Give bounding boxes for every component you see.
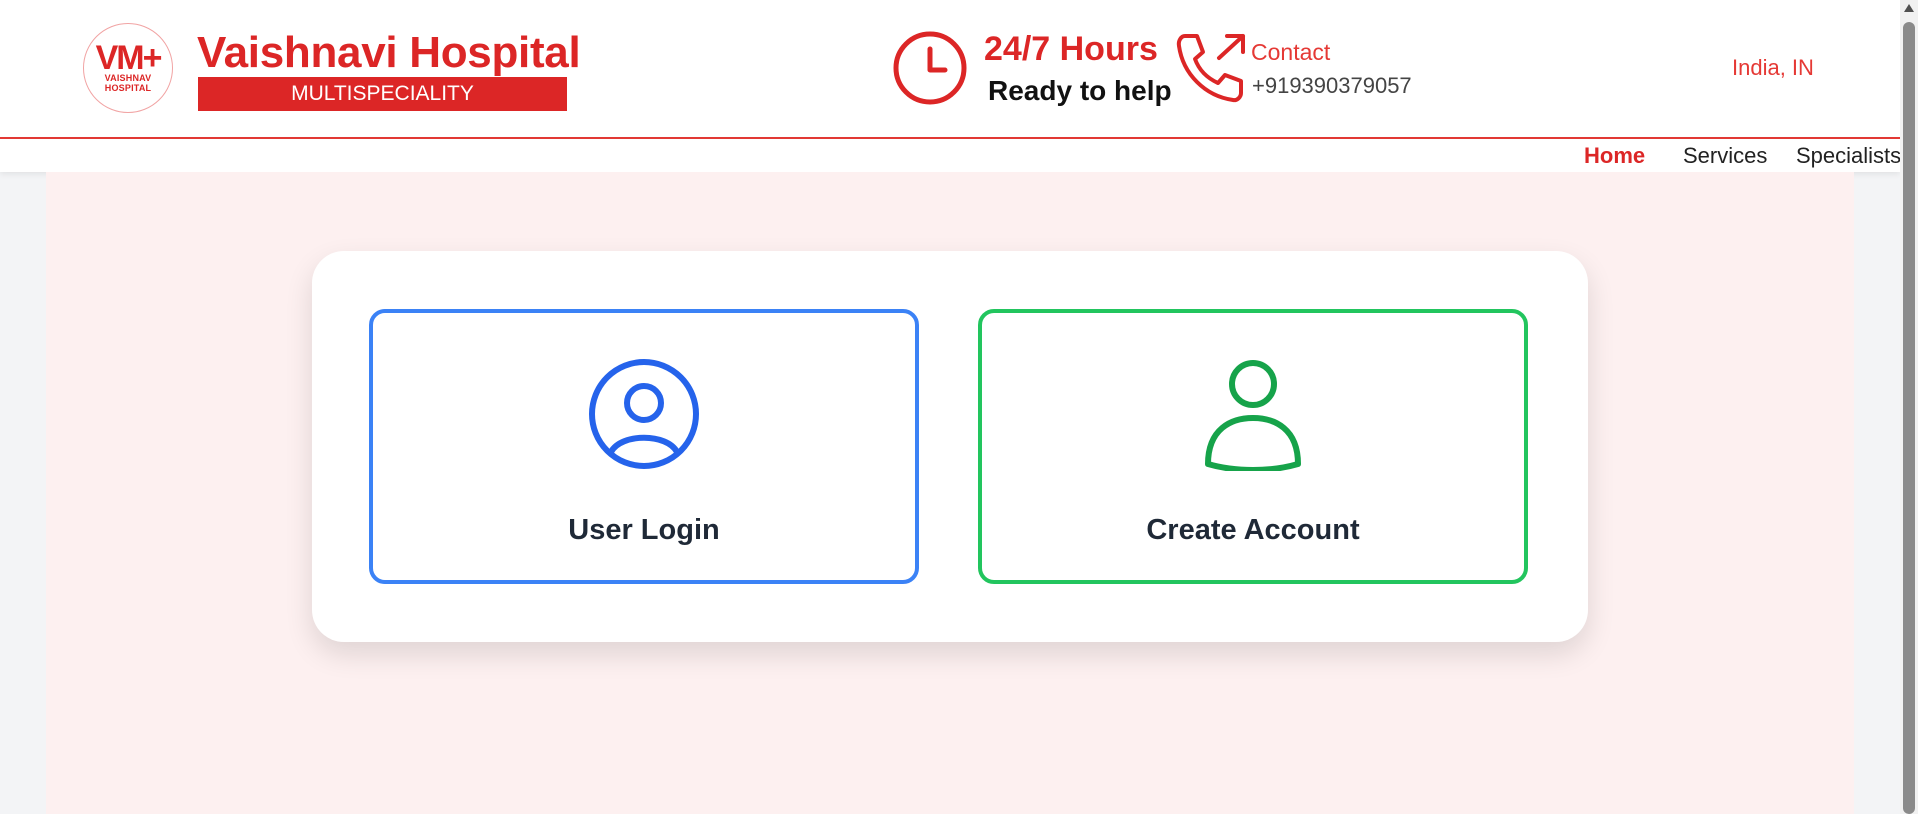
hours-subtitle: Ready to help <box>988 75 1172 106</box>
user-circle-icon <box>589 359 699 469</box>
create-account-label: Create Account <box>1146 514 1360 546</box>
clock-icon <box>893 31 967 105</box>
user-login-label: User Login <box>568 514 720 546</box>
create-account-button[interactable]: Create Account <box>978 309 1528 584</box>
nav-item-specialists[interactable]: Specialists <box>1796 143 1901 169</box>
hospital-logo[interactable]: VM+ VAISHNAV HOSPITAL <box>83 23 173 113</box>
scroll-up-icon[interactable] <box>1904 4 1914 12</box>
site-header: VM+ VAISHNAV HOSPITAL Vaishnavi Hospital… <box>0 0 1900 139</box>
hospital-name: Vaishnavi Hospital <box>197 28 581 77</box>
hours-title: 24/7 Hours <box>984 30 1158 68</box>
scrollbar-thumb[interactable] <box>1903 22 1915 814</box>
contact-link[interactable]: Contact <box>1251 37 1330 67</box>
main-nav: Home Services Specialists <box>0 139 1901 172</box>
phone-outgoing-icon <box>1176 34 1245 103</box>
hospital-tagline: MULTISPECIALITY <box>198 77 567 111</box>
region-selector[interactable]: India, IN <box>1732 53 1814 83</box>
user-login-button[interactable]: User Login <box>369 309 919 584</box>
nav-item-services[interactable]: Services <box>1683 143 1767 169</box>
logo-line-1: VAISHNAV <box>104 73 152 83</box>
auth-options-card: User Login Create Account <box>312 251 1588 642</box>
logo-mark: VM+ <box>95 39 163 77</box>
logo-line-2: HOSPITAL <box>104 83 152 93</box>
nav-item-home[interactable]: Home <box>1584 143 1645 169</box>
vertical-scrollbar[interactable] <box>1900 0 1918 814</box>
contact-phone: +919390379057 <box>1252 73 1412 98</box>
user-icon <box>1205 360 1301 471</box>
